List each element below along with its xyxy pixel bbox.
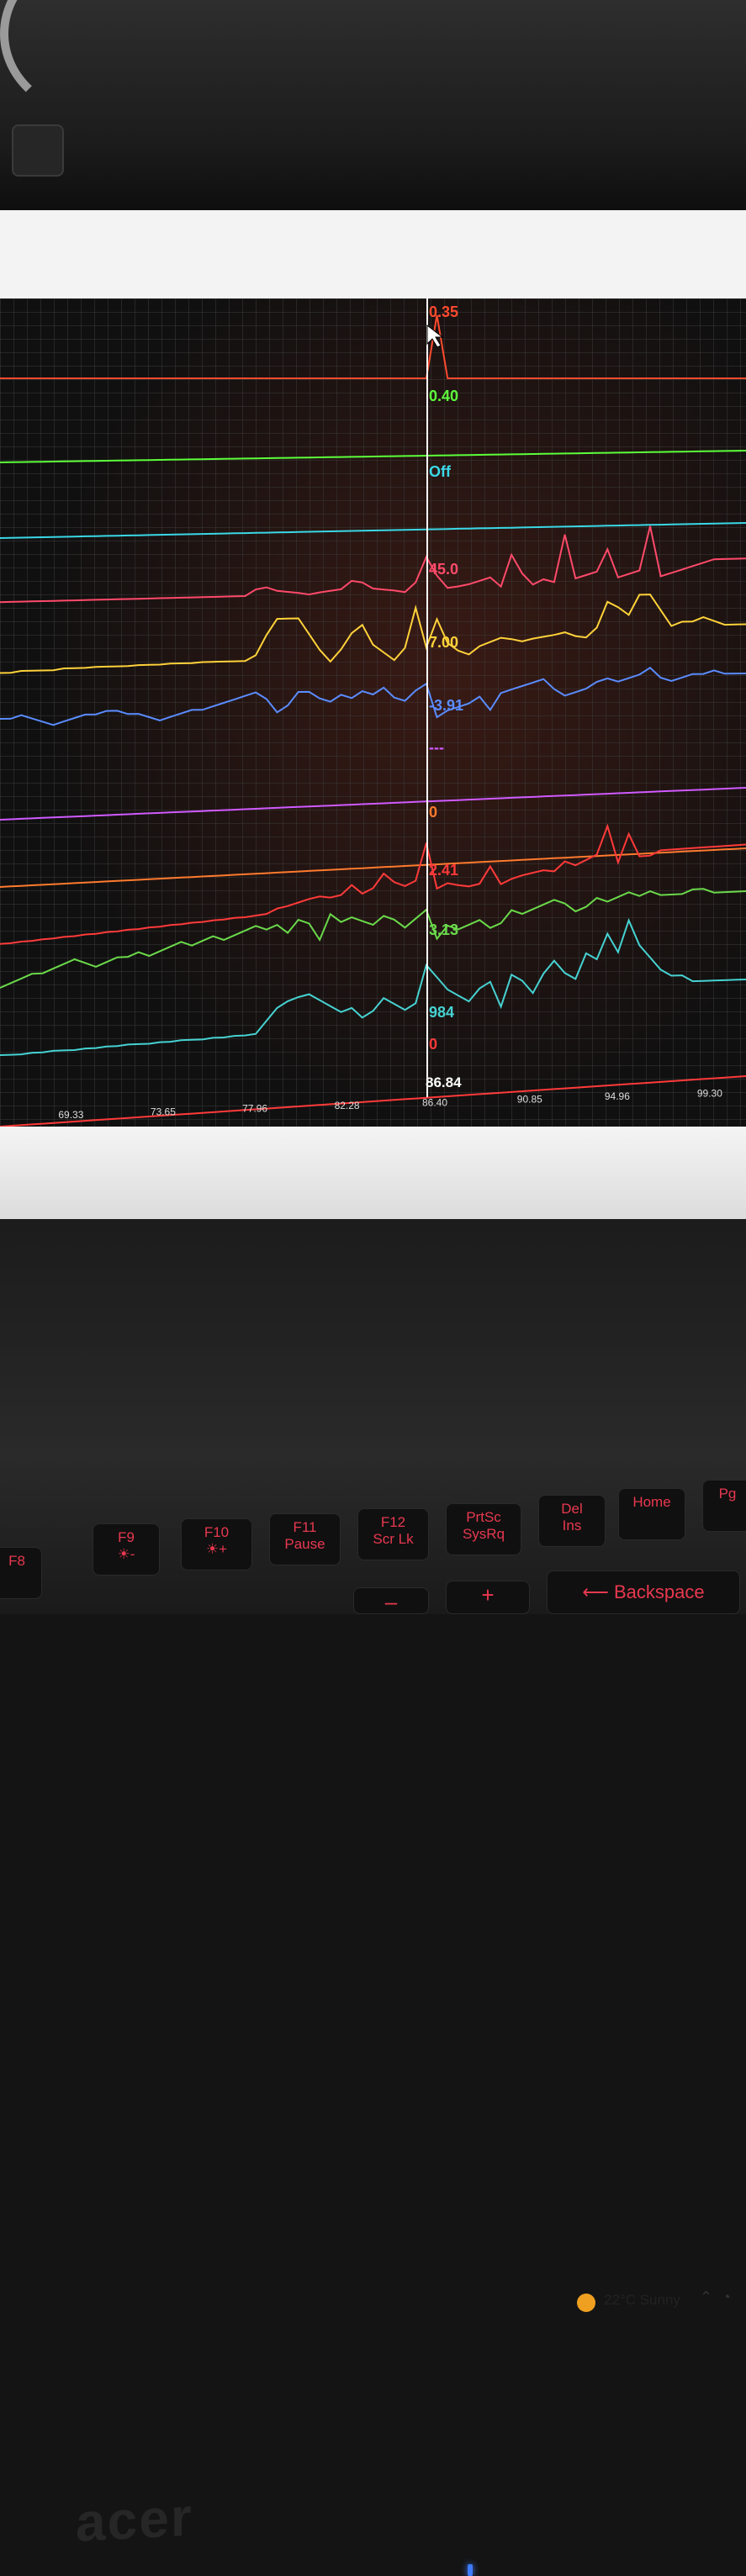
key-bottom-label: Pause (284, 1536, 325, 1552)
series-readout-0: 0.35 (429, 304, 458, 320)
x-tick-label-7: 99.30 (697, 1088, 722, 1100)
key-top-label: PrtSc (466, 1509, 501, 1525)
x-tick-label-1: 73.65 (151, 1106, 176, 1117)
key-top-label: F10 (204, 1524, 230, 1540)
x-tick-label-2: 77.96 (242, 1103, 267, 1115)
key-f11[interactable]: F11 Pause (269, 1513, 341, 1565)
power-led-icon (468, 2564, 473, 2576)
key-top-label: F8 (8, 1553, 25, 1569)
x-tick-label-6: 94.96 (605, 1090, 630, 1102)
taskbar: 22°C Sunny ⌃ ◔ (0, 1127, 746, 2312)
key-pg[interactable]: Pg (702, 1480, 746, 1532)
x-tick-label-4: 86.40 (422, 1097, 447, 1109)
series-readout-1: 0.40 (429, 388, 458, 404)
chart-grid (0, 298, 746, 1127)
key-minus[interactable]: – (353, 1587, 429, 1614)
key-top-label: Pg (718, 1486, 737, 1502)
x-tick-label-0: 69.33 (58, 1109, 83, 1121)
key-bottom-label: ☀+ (205, 1541, 228, 1557)
key-f12[interactable]: F12 Scr Lk (357, 1508, 429, 1560)
x-tick-label-5: 90.85 (517, 1094, 542, 1106)
key-bottom-label: Scr Lk (373, 1531, 414, 1547)
key-prtsc[interactable]: PrtSc SysRq (446, 1503, 521, 1555)
chart-canvas[interactable]: 0.35 0.40 Off 45.0 7.00 -3.91 --- 0 2.41 3.13 984 0… (0, 298, 746, 1127)
key-bottom-label: ☀- (117, 1546, 135, 1562)
webcam-icon (12, 124, 64, 177)
cursor-time-label: 86.84 (426, 1074, 462, 1090)
telemetry-chart[interactable]: 0.35 0.40 Off 45.0 7.00 -3.91 --- 0 2.41 3.13 984 0… (0, 298, 746, 1127)
key-f9[interactable]: F9 ☀- (93, 1523, 160, 1576)
series-readout-10: 984 (429, 1004, 454, 1021)
series-readout-11: 0 (429, 1036, 437, 1053)
series-readout-3: 45.0 (429, 561, 458, 578)
series-readout-2: Off (429, 463, 452, 480)
x-tick-label-3: 82.28 (335, 1100, 360, 1111)
steering-wheel (0, 0, 185, 118)
series-readout-5: -3.91 (429, 697, 463, 714)
weather-condition: Sunny (639, 2292, 680, 2308)
key-top-label: F12 (380, 1514, 406, 1530)
sun-icon (577, 2294, 595, 2312)
key-home[interactable]: Home (618, 1488, 685, 1540)
series-readout-7: 0 (429, 804, 437, 821)
key-f8[interactable]: F8 (0, 1547, 42, 1599)
key-backspace[interactable]: ⟵ Backspace (547, 1570, 740, 1614)
key-top-label: Home (632, 1494, 671, 1510)
key-top-label: Del (561, 1501, 583, 1517)
brand-logo: acer (76, 2486, 193, 2553)
window-title-strip (0, 210, 746, 298)
chevron-up-icon[interactable]: ⌃ (700, 2288, 712, 2306)
key-plus[interactable]: + (446, 1581, 530, 1614)
series-readout-9: 3.13 (429, 921, 458, 938)
series-readout-6: --- (429, 739, 444, 756)
key-bottom-label: Ins (562, 1518, 582, 1533)
laptop-top-bezel (0, 0, 746, 210)
laptop-lower-body: acer F8 F9 ☀- F10 ☀+ F11 Pause F12 Scr Lk PrtSc Sy… (0, 1219, 746, 2576)
wifi-icon[interactable]: ◔ (722, 2288, 731, 2306)
key-f10[interactable]: F10 ☀+ (181, 1518, 252, 1570)
key-bottom-label: SysRq (462, 1526, 505, 1542)
series-readout-8: 2.41 (429, 862, 458, 879)
weather-temp: 22°C (604, 2292, 636, 2308)
key-top-label: F11 (293, 1519, 317, 1535)
key-del[interactable]: Del Ins (538, 1495, 606, 1547)
key-top-label: F9 (118, 1529, 135, 1545)
series-readout-4: 7.00 (429, 634, 458, 651)
weather-widget[interactable]: 22°C Sunny (604, 2292, 680, 2309)
